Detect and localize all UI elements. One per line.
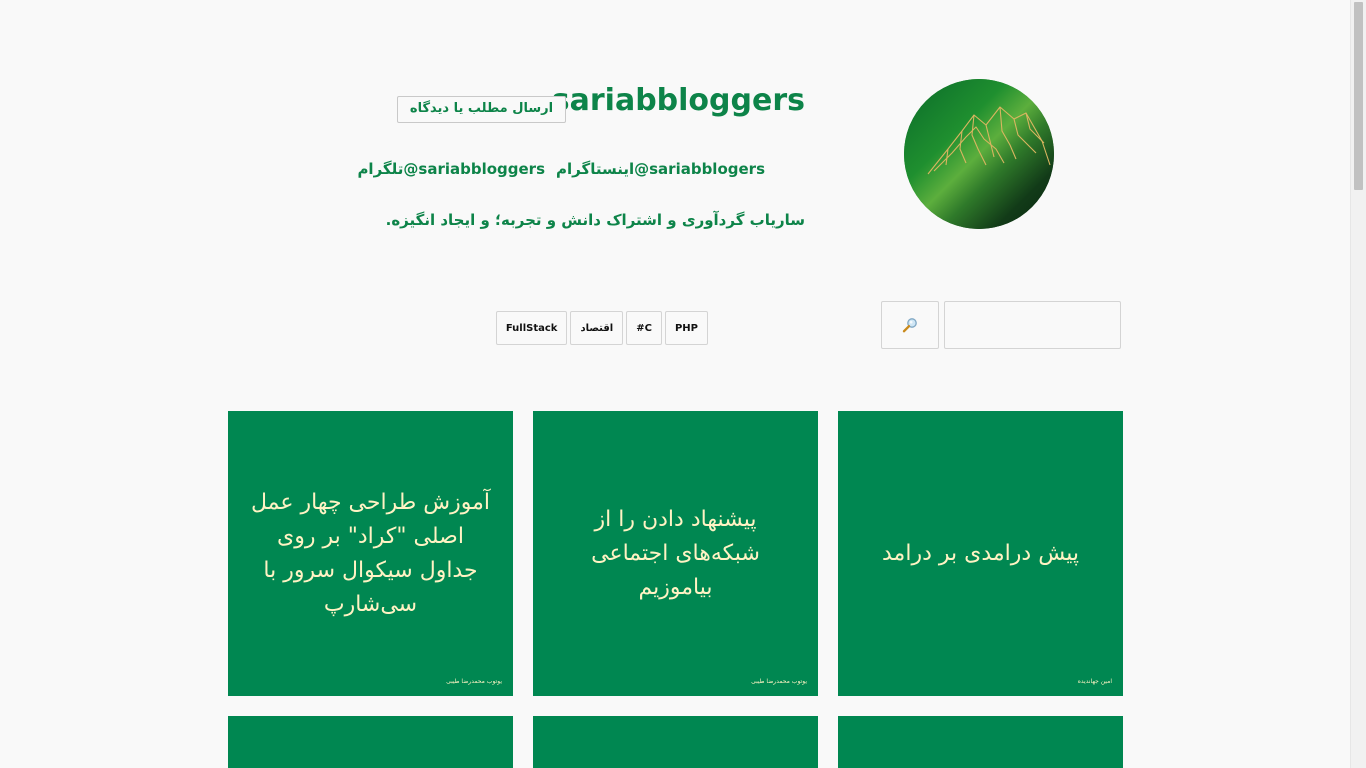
post-title: پیش درامدی بر درامد — [882, 540, 1080, 566]
post-card[interactable]: پیشنهاد دادن را از شبکه‌های اجتماعی بیام… — [533, 411, 818, 696]
tag-fullstack[interactable]: FullStack — [495, 311, 568, 345]
scrollbar-thumb[interactable] — [1354, 2, 1363, 190]
telegram-link[interactable]: تلگرام@sariabbloggers — [357, 160, 545, 178]
search-button[interactable] — [881, 301, 939, 349]
post-title — [856, 716, 1105, 768]
magnifier-icon — [902, 318, 917, 333]
tag-php[interactable]: PHP — [664, 311, 708, 345]
post-card[interactable] — [838, 716, 1123, 768]
post-title: آموزش طراحی چهار عمل اصلی "کراد" بر روی … — [251, 489, 490, 617]
post-card[interactable] — [533, 716, 818, 768]
tag-economy[interactable]: اقتصاد — [570, 311, 624, 345]
post-card[interactable]: پیش درامدی بر درامد امین جهاندیده — [838, 411, 1123, 696]
post-card[interactable]: آموزش طراحی چهار عمل اصلی "کراد" بر روی … — [228, 411, 513, 696]
page: sariabbloggers ارسال مطلب یا دیدگاه اینس… — [0, 0, 1351, 768]
submit-post-button[interactable]: ارسال مطلب یا دیدگاه — [397, 96, 566, 123]
mountain-logo-icon — [904, 79, 1054, 229]
tag-csharp[interactable]: #C — [626, 311, 662, 345]
tagline: ساریاب گردآوری و اشتراک دانش و تجربه؛ و … — [385, 211, 805, 229]
post-title — [551, 716, 800, 768]
vertical-scrollbar[interactable] — [1350, 0, 1366, 768]
post-author: یوتوب محمدرضا طیبی — [751, 678, 807, 685]
post-author: امین جهاندیده — [1077, 678, 1112, 685]
instagram-link[interactable]: اینستاگرام@sariabblogers — [556, 160, 765, 178]
search-input[interactable] — [944, 301, 1121, 349]
post-author: یوتوب محمدرضا طیبی — [446, 678, 502, 685]
avatar[interactable] — [904, 79, 1054, 229]
site-title[interactable]: sariabbloggers — [552, 83, 805, 118]
post-title: پیشنهاد دادن را از شبکه‌های اجتماعی بیام… — [591, 506, 760, 600]
tag-list: PHP #C اقتصاد FullStack — [495, 311, 708, 347]
post-card[interactable] — [228, 716, 513, 768]
post-title — [246, 716, 495, 768]
